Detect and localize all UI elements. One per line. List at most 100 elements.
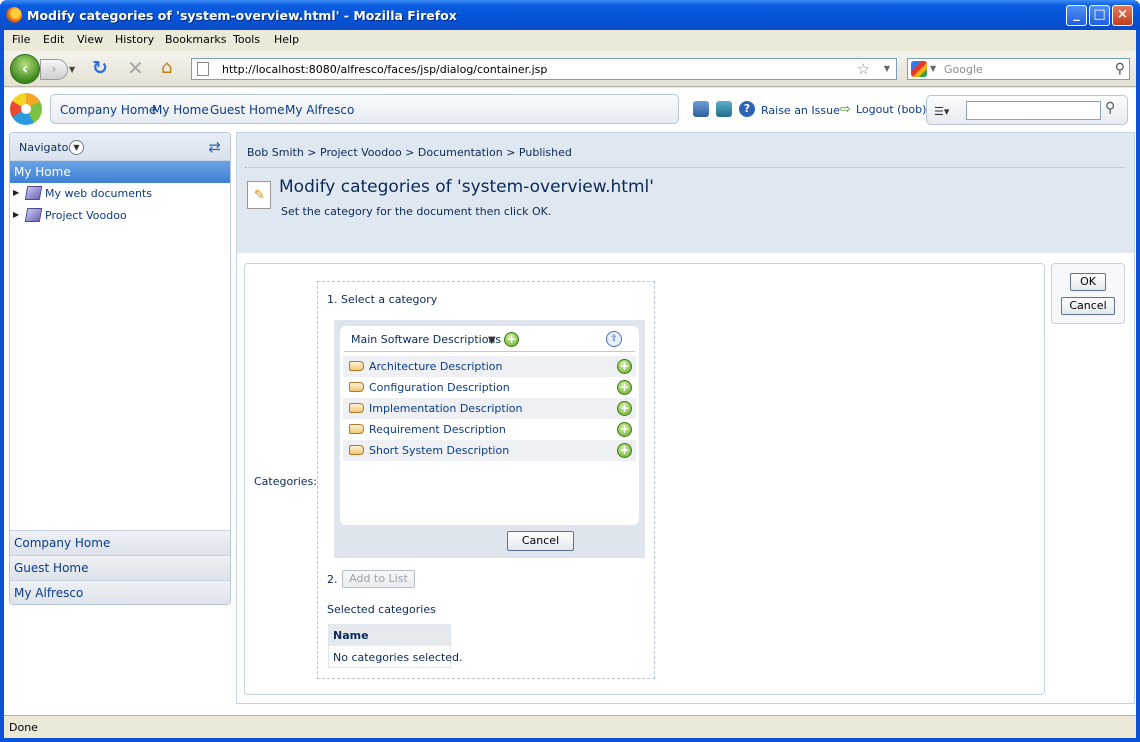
logout-icon[interactable]: ⇨ [840, 102, 851, 117]
google-icon[interactable] [911, 61, 927, 77]
category-selector: 1. Select a category Main Software Descr… [317, 281, 655, 679]
dialog-form: Categories: 1. Select a category Main So… [244, 263, 1045, 695]
menu-bookmarks[interactable]: Bookmarks [165, 33, 226, 46]
search-icon[interactable]: ⚲ [1115, 61, 1125, 77]
picker-cancel-button[interactable]: Cancel [507, 531, 574, 551]
status-bar: Done [4, 715, 1136, 738]
category-item[interactable]: Architecture Description + [343, 356, 636, 377]
link-my-alfresco[interactable]: My Alfresco [285, 103, 354, 117]
category-item[interactable]: Configuration Description + [343, 377, 636, 398]
picker-title[interactable]: Main Software Descriptions [351, 333, 501, 346]
home-icon[interactable]: ⌂ [161, 57, 172, 78]
picker-dropdown-icon[interactable]: ▼ [488, 335, 496, 346]
search-placeholder[interactable]: Google [944, 63, 983, 76]
menu-help[interactable]: Help [274, 33, 299, 46]
main-panel: Bob Smith > Project Voodoo > Documentati… [236, 132, 1135, 704]
edit-document-icon: ✎ [247, 181, 271, 209]
step-2-label: 2. [327, 573, 338, 586]
selected-categories-label: Selected categories [327, 603, 436, 616]
refresh-icon[interactable]: ⇄ [208, 138, 221, 156]
users-icon[interactable] [693, 101, 709, 117]
history-dropdown-icon[interactable]: ▼ [69, 65, 75, 74]
empty-message: No categories selected. [333, 651, 463, 664]
search-options-icon[interactable]: ☰▾ [934, 105, 949, 118]
category-list: Main Software Descriptions ▼ + ⇧ Archite… [340, 326, 639, 525]
minimize-button[interactable]: _ [1066, 5, 1087, 26]
menu-tools[interactable]: Tools [233, 33, 260, 46]
bookmark-star-icon[interactable]: ☆ [857, 60, 870, 78]
alfresco-logo[interactable] [10, 93, 42, 125]
back-button[interactable]: ‹ [10, 54, 40, 84]
menu-edit[interactable]: Edit [43, 33, 64, 46]
category-label[interactable]: Requirement Description [369, 423, 506, 436]
category-label[interactable]: Architecture Description [369, 360, 503, 373]
status-text: Done [9, 721, 38, 734]
menu-view[interactable]: View [77, 33, 103, 46]
close-button[interactable]: × [1112, 5, 1133, 26]
tree-item-label[interactable]: Project Voodoo [45, 209, 127, 222]
menu-history[interactable]: History [115, 33, 154, 46]
category-label[interactable]: Implementation Description [369, 402, 523, 415]
nav-item-my-home[interactable]: My Home [10, 161, 230, 183]
space-icon [24, 186, 43, 200]
menu-file[interactable]: File [12, 33, 30, 46]
nav-item-my-alfresco[interactable]: My Alfresco [10, 580, 230, 604]
url-dropdown-icon[interactable]: ▼ [884, 64, 890, 73]
ok-button[interactable]: OK [1070, 273, 1106, 291]
navigator-header: Navigator ▼ ⇄ [10, 133, 230, 161]
nav-item-company-home[interactable]: Company Home [10, 530, 230, 555]
search-engine-dropdown-icon[interactable]: ▼ [930, 64, 936, 73]
reload-icon[interactable]: ↻ [92, 57, 108, 79]
link-my-home[interactable]: My Home [152, 103, 209, 117]
nav-item-guest-home[interactable]: Guest Home [10, 555, 230, 580]
expand-icon[interactable]: ▶ [13, 188, 19, 197]
page-subtitle: Set the category for the document then c… [281, 205, 552, 218]
alfresco-search-input[interactable] [966, 101, 1101, 120]
page-viewport: Company Home My Home Guest Home My Alfre… [4, 88, 1136, 715]
category-item[interactable]: Implementation Description + [343, 398, 636, 419]
add-icon[interactable]: + [617, 359, 632, 374]
category-tag-icon [349, 361, 364, 371]
maximize-button[interactable]: □ [1089, 5, 1110, 26]
category-tag-icon [349, 445, 364, 455]
add-icon[interactable]: + [617, 401, 632, 416]
link-guest-home[interactable]: Guest Home [210, 103, 285, 117]
forward-button[interactable]: › [40, 59, 68, 80]
add-icon[interactable]: + [617, 380, 632, 395]
divider [344, 351, 635, 352]
url-bar[interactable]: http://localhost:8080/alfresco/faces/jsp… [191, 58, 897, 80]
table-header-name: Name [329, 625, 450, 646]
category-label[interactable]: Short System Description [369, 444, 509, 457]
category-item[interactable]: Requirement Description + [343, 419, 636, 440]
category-label[interactable]: Configuration Description [369, 381, 510, 394]
category-item[interactable]: Short System Description + [343, 440, 636, 461]
page-title: Modify categories of 'system-overview.ht… [279, 177, 654, 197]
search-go-icon[interactable]: ⚲ [1105, 100, 1115, 116]
categories-label: Categories: [254, 475, 317, 488]
expand-icon[interactable]: ▶ [13, 210, 19, 219]
divider [245, 167, 1125, 168]
add-to-list-button[interactable]: Add to List [342, 570, 415, 588]
firefox-icon [6, 7, 22, 23]
preferences-icon[interactable] [716, 101, 732, 117]
cancel-button[interactable]: Cancel [1061, 297, 1115, 315]
raise-issue-link[interactable]: Raise an Issue [761, 104, 840, 117]
category-tag-icon [349, 403, 364, 413]
alfresco-search: ☰▾ ⚲ [926, 95, 1128, 125]
add-icon[interactable]: + [617, 422, 632, 437]
title-bar: Modify categories of 'system-overview.ht… [0, 0, 1140, 30]
web-search-box[interactable]: ▼ Google ⚲ [907, 58, 1130, 80]
add-icon[interactable]: + [617, 443, 632, 458]
url-text[interactable]: http://localhost:8080/alfresco/faces/jsp… [222, 63, 547, 76]
breadcrumb[interactable]: Bob Smith > Project Voodoo > Documentati… [247, 146, 572, 159]
space-icon [24, 208, 43, 222]
navigator-dropdown-icon[interactable]: ▼ [69, 140, 84, 155]
logout-link[interactable]: Logout (bob) [856, 103, 926, 116]
navigate-up-icon[interactable]: ⇧ [606, 331, 622, 347]
link-company-home[interactable]: Company Home [60, 103, 156, 117]
tree-item-label[interactable]: My web documents [45, 187, 152, 200]
add-category-icon[interactable]: + [504, 332, 519, 347]
stop-icon[interactable]: ✕ [127, 56, 144, 80]
help-icon[interactable]: ? [739, 101, 755, 117]
window-title: Modify categories of 'system-overview.ht… [27, 8, 457, 23]
